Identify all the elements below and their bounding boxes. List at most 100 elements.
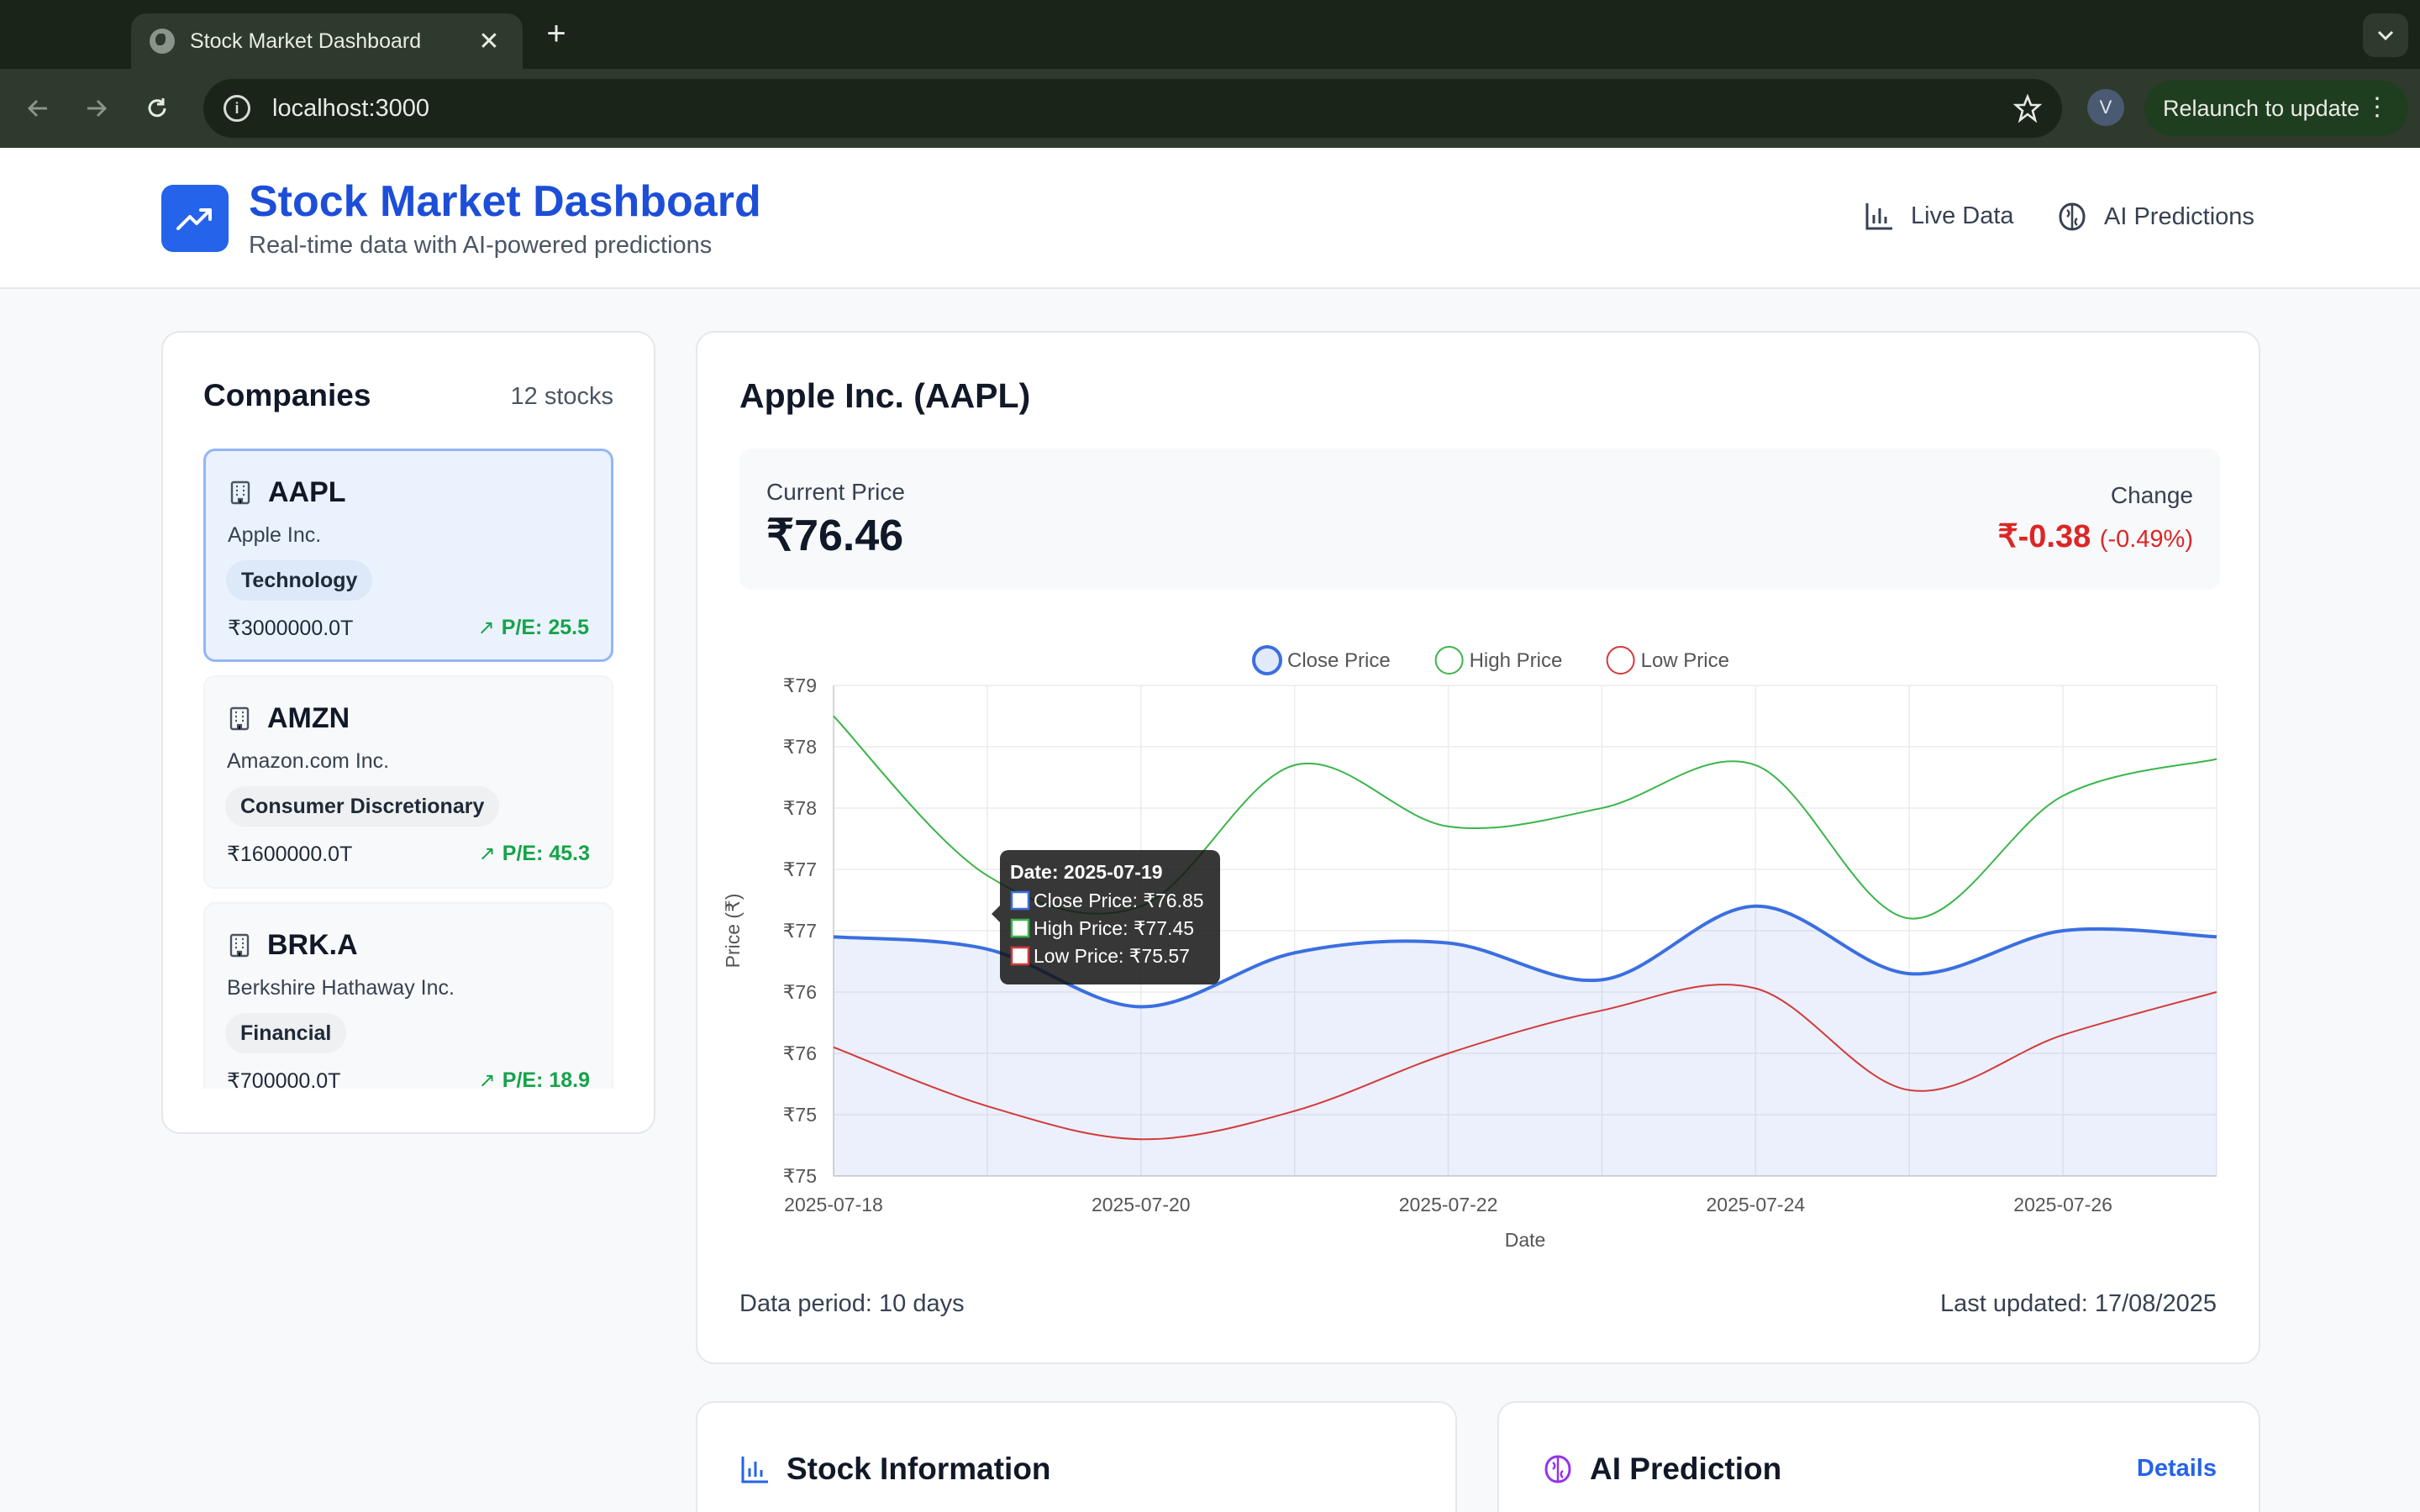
company-card-amzn[interactable]: AMZN Amazon.com Inc. Consumer Discretion… xyxy=(203,675,613,889)
company-card-brk-a[interactable]: BRK.A Berkshire Hathaway Inc. Financial … xyxy=(203,902,613,1089)
back-arrow-icon xyxy=(27,99,47,118)
high-price-point xyxy=(1753,763,1758,768)
tooltip-title: Date: 2025-07-19 xyxy=(1010,861,1163,883)
relaunch-label: Relaunch to update xyxy=(2163,95,2360,121)
nav-live-data-label: Live Data xyxy=(1911,202,2014,229)
high-price-point xyxy=(985,873,990,878)
brain-icon xyxy=(2059,202,2086,231)
market-cap: ₹1600000.0T xyxy=(227,843,353,866)
profile-avatar[interactable]: V xyxy=(2087,89,2124,126)
nav-live-data[interactable]: Live Data xyxy=(1864,200,2014,232)
sector-badge: Consumer Discretionary xyxy=(225,786,500,827)
data-period: Data period: 10 days xyxy=(739,1290,965,1317)
pe-ratio: ↗ P/E: 25.5 xyxy=(478,616,589,640)
address-bar[interactable]: i localhost:3000 xyxy=(203,79,2062,138)
close-price-legend-label: Close Price xyxy=(1287,649,1391,672)
trend-up-icon: ↗ xyxy=(478,1069,496,1089)
stock-information-title: Stock Information xyxy=(786,1452,1051,1486)
new-tab-button[interactable]: + xyxy=(538,13,575,55)
ai-prediction-title: AI Prediction xyxy=(1590,1452,1782,1486)
high-price-point xyxy=(1446,824,1451,829)
tooltip-line: Low Price: ₹75.57 xyxy=(1034,945,1190,967)
x-tick-label: 2025-07-24 xyxy=(1707,1194,1806,1215)
market-cap: ₹3000000.0T xyxy=(228,617,354,640)
brain-icon xyxy=(1544,1455,1571,1483)
low-price-legend-marker xyxy=(1606,646,1635,675)
close-price-point xyxy=(1907,971,1912,976)
y-tick-label: ₹78 xyxy=(783,736,817,758)
details-link[interactable]: Details xyxy=(2137,1455,2217,1483)
high-price-point xyxy=(1292,763,1297,768)
nav-ai-predictions-label: AI Predictions xyxy=(2104,202,2254,230)
y-tick-label: ₹79 xyxy=(783,675,817,696)
tooltip-swatch xyxy=(1010,890,1030,911)
close-price-point xyxy=(1292,950,1297,955)
trend-up-icon: ↗ xyxy=(477,617,495,639)
tab-title: Stock Market Dashboard xyxy=(190,29,422,53)
market-cap: ₹700000.0T xyxy=(227,1069,341,1089)
app-subtitle: Real-time data with AI-powered predictio… xyxy=(249,232,713,259)
pe-value: P/E: 45.3 xyxy=(502,842,590,865)
reload-icon xyxy=(148,98,166,118)
tooltip-caret xyxy=(992,906,1000,922)
y-axis-title: Price (₹) xyxy=(722,894,744,969)
sector-badge: Technology xyxy=(226,560,373,601)
reload-button[interactable] xyxy=(136,87,178,129)
trending-up-logo-icon xyxy=(161,185,229,252)
y-tick-label: ₹77 xyxy=(783,858,817,880)
browser-toolbar: i localhost:3000 V Relaunch to update ⋮ xyxy=(0,69,2420,148)
more-menu-icon[interactable]: ⋮ xyxy=(2365,92,2390,123)
company-card-aapl[interactable]: AAPL Apple Inc. Technology ₹3000000.0T ↗… xyxy=(203,449,613,662)
browser-tab[interactable]: Stock Market Dashboard ✕ xyxy=(131,13,523,69)
close-price-point xyxy=(2060,928,2065,933)
forward-button[interactable] xyxy=(76,87,118,129)
close-price-point xyxy=(2214,934,2219,939)
back-button[interactable] xyxy=(17,87,59,129)
y-tick-label: ₹75 xyxy=(783,1165,817,1187)
company-list[interactable]: AAPL Apple Inc. Technology ₹3000000.0T ↗… xyxy=(203,449,615,1089)
high-price-point xyxy=(2214,757,2219,762)
low-price-point xyxy=(1753,986,1758,991)
price-line-chart[interactable]: ₹79 ₹78 ₹78 ₹77 ₹77 ₹76 ₹76 ₹75 ₹75 2025-07-18 202… xyxy=(697,333,2262,1257)
company-name: Berkshire Hathaway Inc. xyxy=(227,976,455,1000)
forward-arrow-icon xyxy=(87,99,108,118)
tab-search-button[interactable] xyxy=(2363,13,2408,57)
low-price-point xyxy=(2214,990,2219,995)
app-title: Stock Market Dashboard xyxy=(249,177,761,226)
x-tick-label: 2025-07-26 xyxy=(2013,1194,2112,1215)
high-price-point xyxy=(1907,916,1912,921)
x-tick-label: 2025-07-22 xyxy=(1399,1194,1498,1215)
close-price-point xyxy=(985,947,990,952)
y-tick-label: ₹76 xyxy=(783,1042,817,1064)
high-price-point xyxy=(831,714,836,719)
last-updated: Last updated: 17/08/2025 xyxy=(1940,1290,2217,1317)
tooltip-line: High Price: ₹77.45 xyxy=(1034,917,1194,939)
company-name: Amazon.com Inc. xyxy=(227,749,390,773)
nav-ai-predictions[interactable]: AI Predictions xyxy=(2055,200,2254,234)
companies-title: Companies xyxy=(203,378,371,412)
relaunch-button[interactable]: Relaunch to update ⋮ xyxy=(2144,81,2408,136)
pe-value: P/E: 25.5 xyxy=(501,616,589,639)
app-header: Stock Market Dashboard Real-time data wi… xyxy=(0,148,2420,289)
low-price-point xyxy=(1446,1051,1451,1056)
low-price-point xyxy=(1139,1137,1144,1142)
stock-information-card: Stock Information xyxy=(696,1401,1457,1512)
chevron-down-icon xyxy=(2377,30,2394,41)
close-price-point xyxy=(1599,977,1604,982)
close-price-point xyxy=(1446,941,1451,946)
building-icon xyxy=(230,480,250,505)
close-tab-icon[interactable]: ✕ xyxy=(474,27,504,56)
bookmark-star-icon[interactable] xyxy=(2013,94,2042,123)
close-price-point xyxy=(1753,904,1758,909)
ai-prediction-header: AI Prediction xyxy=(1541,1452,1781,1487)
low-price-point xyxy=(985,1104,990,1109)
low-price-point xyxy=(2060,1032,2065,1037)
building-icon xyxy=(229,933,250,958)
pe-ratio: ↗ P/E: 45.3 xyxy=(479,842,590,866)
y-tick-label: ₹75 xyxy=(783,1104,817,1126)
y-tick-label: ₹78 xyxy=(783,797,817,819)
low-price-legend-label: Low Price xyxy=(1641,649,1729,672)
y-tick-label: ₹76 xyxy=(783,981,817,1003)
site-info-icon[interactable]: i xyxy=(224,95,250,122)
company-ticker: AAPL xyxy=(268,476,346,508)
